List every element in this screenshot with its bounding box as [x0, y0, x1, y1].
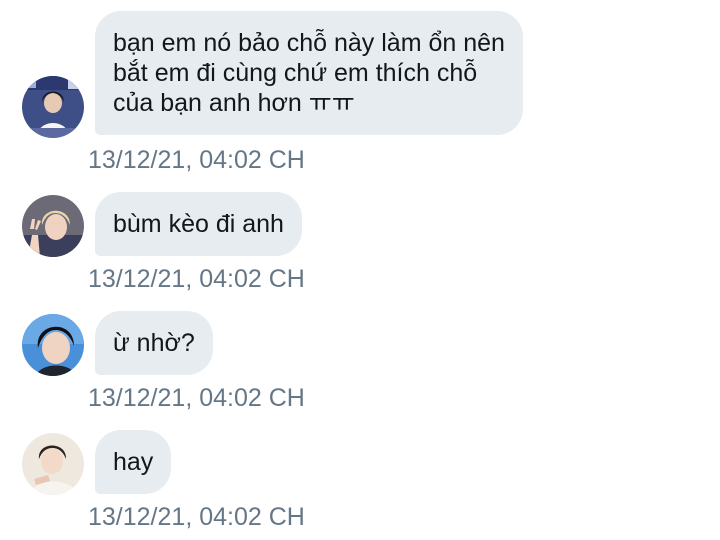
message-bubble[interactable]: ừ nhờ? — [95, 311, 213, 375]
message-bubble[interactable]: bùm kèo đi anh — [95, 192, 302, 256]
message-timestamp: 13/12/21, 04:02 CH — [88, 503, 305, 531]
user-avatar-2[interactable] — [22, 195, 84, 257]
message-timestamp: 13/12/21, 04:02 CH — [88, 384, 305, 412]
avatar-image — [22, 314, 84, 376]
message-text-line: bắt em đi cùng chứ em thích chỗ — [113, 59, 478, 87]
avatar-image — [22, 195, 84, 257]
message-text-line: hay — [113, 448, 154, 476]
message-timestamp: 13/12/21, 04:02 CH — [88, 146, 305, 174]
message-text-line: bùm kèo đi anh — [113, 210, 284, 238]
message-bubble[interactable]: hay — [95, 430, 172, 494]
message-bubble[interactable]: bạn em nó bảo chỗ này làm ổn nên bắt em … — [95, 11, 523, 135]
user-avatar-1[interactable] — [22, 76, 84, 138]
message-timestamp: 13/12/21, 04:02 CH — [88, 265, 305, 293]
avatar-image — [22, 433, 84, 495]
avatar-image — [22, 76, 84, 138]
message-text-line: của bạn anh hơn ㅠㅠ — [113, 89, 355, 117]
message-text-line: bạn em nó bảo chỗ này làm ổn nên — [113, 29, 505, 57]
user-avatar-4[interactable] — [22, 433, 84, 495]
message-text-line: ừ nhờ? — [113, 329, 195, 357]
user-avatar-3[interactable] — [22, 314, 84, 376]
